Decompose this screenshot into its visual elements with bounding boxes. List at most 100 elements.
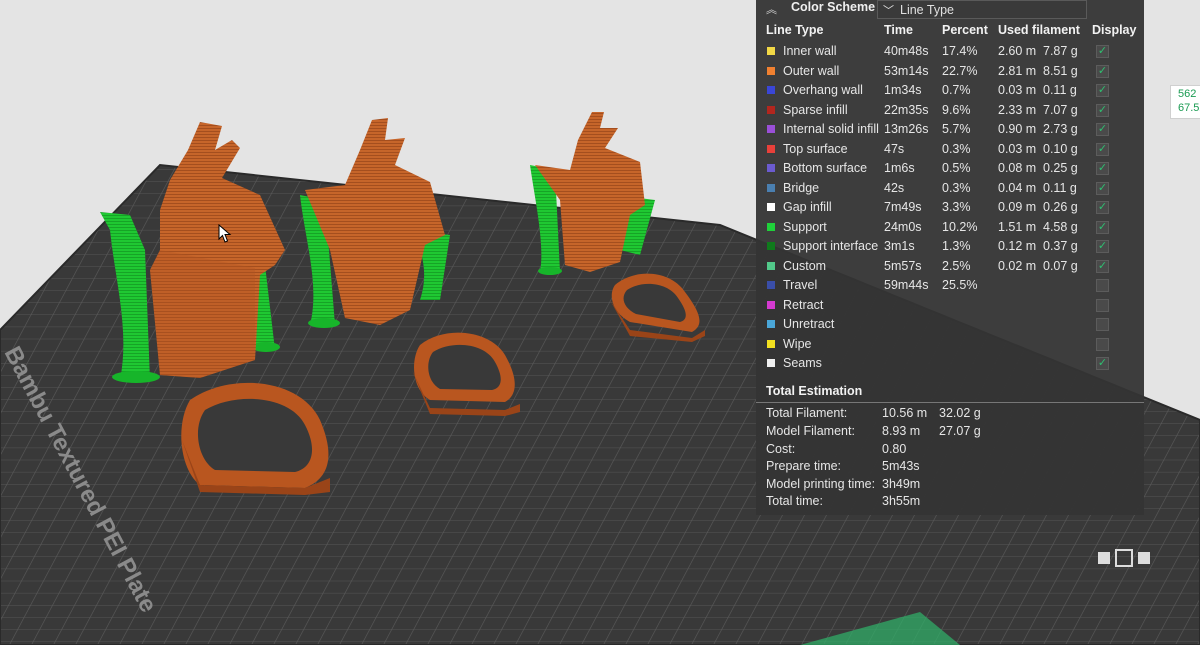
color-swatch xyxy=(767,164,775,172)
display-checkbox[interactable]: ✓ xyxy=(1096,123,1109,136)
line-type-weight: 0.07 g xyxy=(1043,258,1078,273)
display-checkbox[interactable]: ✓ xyxy=(1096,103,1109,117)
line-type-percent: 2.5% xyxy=(942,258,971,273)
line-type-percent: 1.3% xyxy=(942,239,971,253)
line-type-percent: 9.6% xyxy=(942,102,971,117)
line-type-length: 0.02 m xyxy=(998,258,1037,273)
line-type-percent: 22.7% xyxy=(942,63,978,78)
line-type-weight: 8.51 g xyxy=(1043,63,1078,78)
color-swatch xyxy=(767,183,775,192)
color-scheme-select[interactable]: ﹀ Line Type xyxy=(877,0,1087,19)
line-type-name: Top surface xyxy=(783,141,848,156)
line-type-name: Overhang wall xyxy=(783,83,863,97)
display-checkbox[interactable]: ✓ xyxy=(1096,220,1109,234)
model-filament-length: 8.93 m xyxy=(882,424,921,438)
column-header-display: Display xyxy=(1092,23,1137,37)
color-swatch xyxy=(767,300,775,309)
color-swatch xyxy=(767,281,775,289)
line-type-row: Seams ✓ xyxy=(756,354,1144,373)
line-type-time: 1m34s xyxy=(884,83,922,97)
line-type-name: Wipe xyxy=(783,336,812,351)
lock-icon[interactable] xyxy=(1138,552,1150,564)
coord-value-1: 562 xyxy=(1178,88,1197,100)
display-checkbox[interactable]: ✓ xyxy=(1096,84,1109,97)
color-swatch xyxy=(767,261,775,270)
line-type-time: 22m35s xyxy=(884,102,929,117)
display-checkbox[interactable]: ✓ xyxy=(1096,201,1109,214)
line-type-row: Internal solid infill 13m26s 5.7% 0.90 m 2.7… xyxy=(756,120,1144,139)
line-type-row: Inner wall 40m48s 17.4% 2.60 m 7.87 g ✓ xyxy=(756,42,1144,61)
line-type-name: Seams xyxy=(783,356,822,370)
column-header-used-filament: Used filament xyxy=(998,23,1080,37)
column-header-line-type: Line Type xyxy=(766,23,824,37)
color-swatch xyxy=(767,66,775,75)
model-printing-time-value: 3h49m xyxy=(882,477,921,491)
line-type-weight: 0.11 g xyxy=(1043,180,1077,195)
line-type-row: Overhang wall 1m34s 0.7% 0.03 m 0.11 g ✓ xyxy=(756,81,1144,100)
model-llama-2[interactable] xyxy=(300,118,450,328)
line-type-length: 0.08 m xyxy=(998,161,1037,175)
display-checkbox[interactable] xyxy=(1096,279,1109,292)
model-filament-label: Model Filament: xyxy=(766,424,855,438)
line-type-name: Sparse infill xyxy=(783,102,848,117)
line-type-name: Gap infill xyxy=(783,200,832,214)
prepare-time-label: Prepare time: xyxy=(766,459,842,473)
color-scheme-value: Line Type xyxy=(900,3,954,17)
display-checkbox[interactable]: ✓ xyxy=(1096,142,1109,156)
line-type-row: Travel 59m44s 25.5% xyxy=(756,276,1144,295)
line-type-weight: 7.07 g xyxy=(1043,102,1078,117)
model-filament-weight: 27.07 g xyxy=(939,424,981,438)
line-type-length: 0.04 m xyxy=(998,180,1037,195)
legend-panel: ︽ Color Scheme ﹀ Line Type Line Type Tim… xyxy=(756,0,1144,515)
display-checkbox[interactable] xyxy=(1096,337,1109,351)
display-checkbox[interactable]: ✓ xyxy=(1096,181,1109,195)
display-checkbox[interactable]: ✓ xyxy=(1096,45,1109,58)
arrange-icon[interactable] xyxy=(1098,552,1110,564)
line-type-name: Outer wall xyxy=(783,63,840,78)
line-type-name: Unretract xyxy=(783,317,835,331)
line-type-percent: 0.3% xyxy=(942,180,971,195)
line-type-row: Support interface 3m1s 1.3% 0.12 m 0.37 g ✓ xyxy=(756,237,1144,256)
line-type-percent: 5.7% xyxy=(942,122,971,136)
line-type-name: Bridge xyxy=(783,180,820,195)
line-type-weight: 7.87 g xyxy=(1043,44,1078,58)
line-type-name: Custom xyxy=(783,258,827,273)
display-checkbox[interactable]: ✓ xyxy=(1096,162,1109,175)
coord-value-2: 67.52 xyxy=(1178,102,1200,114)
display-checkbox[interactable]: ✓ xyxy=(1096,357,1109,370)
model-llama-1[interactable] xyxy=(100,122,285,383)
display-checkbox[interactable]: ✓ xyxy=(1096,64,1109,78)
color-swatch xyxy=(767,125,775,133)
line-type-length: 0.03 m xyxy=(998,141,1037,156)
model-printing-time-label: Model printing time: xyxy=(766,477,876,491)
line-type-weight: 4.58 g xyxy=(1043,219,1078,234)
line-type-weight: 0.10 g xyxy=(1043,141,1078,156)
line-type-length: 2.81 m xyxy=(998,63,1037,78)
total-filament-weight: 32.02 g xyxy=(939,406,981,420)
line-type-name: Support xyxy=(783,219,827,234)
line-type-length: 2.33 m xyxy=(998,102,1037,117)
line-type-weight: 0.26 g xyxy=(1043,200,1078,214)
line-type-time: 47s xyxy=(884,141,905,156)
total-filament-length: 10.56 m xyxy=(882,406,928,420)
model-llama-3[interactable] xyxy=(530,112,655,275)
line-type-weight: 0.37 g xyxy=(1043,239,1078,253)
line-type-percent: 0.3% xyxy=(942,141,971,156)
color-swatch xyxy=(767,222,775,231)
line-type-percent: 10.2% xyxy=(942,219,978,234)
display-checkbox[interactable] xyxy=(1096,298,1109,312)
display-checkbox[interactable]: ✓ xyxy=(1096,240,1109,253)
line-type-percent: 0.7% xyxy=(942,83,971,97)
line-type-row: Custom 5m57s 2.5% 0.02 m 0.07 g ✓ xyxy=(756,257,1144,276)
color-swatch xyxy=(767,86,775,94)
line-type-length: 1.51 m xyxy=(998,219,1037,234)
display-checkbox[interactable] xyxy=(1096,318,1109,331)
line-type-percent: 0.5% xyxy=(942,161,971,175)
total-time-value: 3h55m xyxy=(882,494,921,508)
collapse-icon[interactable]: ︽ xyxy=(766,1,777,17)
line-type-name: Internal solid infill xyxy=(783,122,879,136)
color-scheme-title: Color Scheme xyxy=(791,0,876,14)
line-type-length: 0.12 m xyxy=(998,239,1037,253)
total-time-label: Total time: xyxy=(766,494,823,508)
display-checkbox[interactable]: ✓ xyxy=(1096,259,1109,273)
